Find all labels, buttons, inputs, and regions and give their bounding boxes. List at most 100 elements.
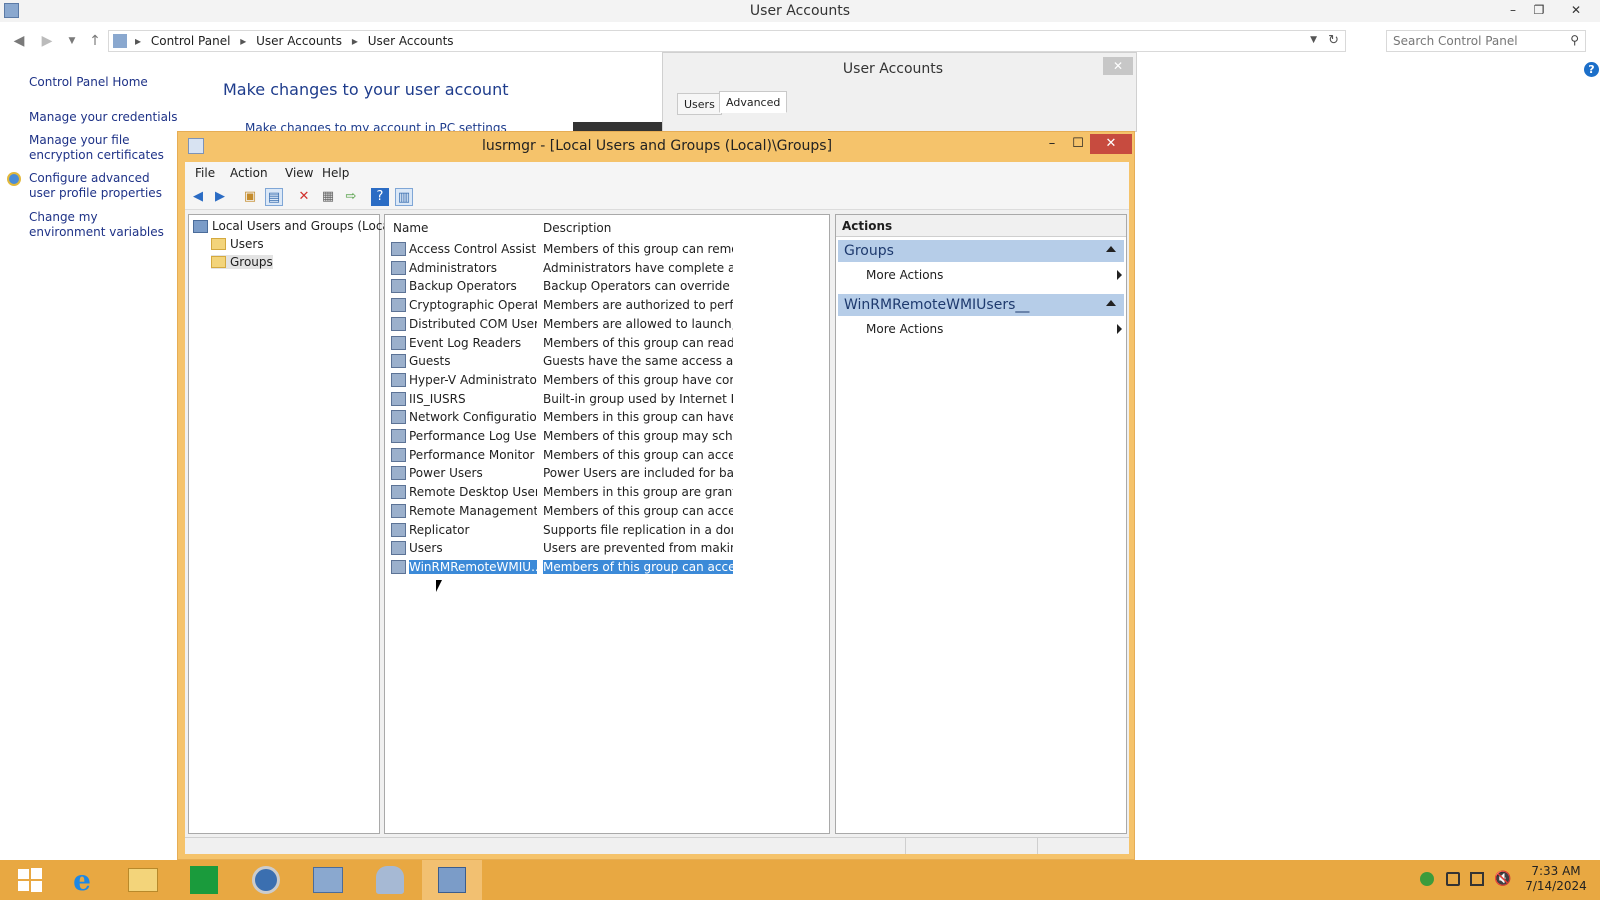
more-actions-winrm[interactable]: More Actions <box>866 322 1122 336</box>
taskbar-internet-explorer[interactable]: e <box>52 860 112 900</box>
actions-section-winrm[interactable]: WinRMRemoteWMIUsers__ <box>838 294 1124 316</box>
column-header-description[interactable]: Description <box>543 221 611 235</box>
table-row[interactable]: Performance Monitor ... Members of this g… <box>389 446 733 464</box>
minimize-button[interactable]: – <box>1500 0 1526 20</box>
group-description: Members in this group are grante... <box>543 485 733 500</box>
delete-icon[interactable]: ✕ <box>295 188 313 206</box>
menu-view[interactable]: View <box>285 166 313 180</box>
taskbar-clock[interactable]: 7:33 AM 7/14/2024 <box>1516 864 1596 894</box>
start-button[interactable] <box>0 860 60 900</box>
table-row[interactable]: Guests Guests have the same access as m..… <box>389 352 733 370</box>
tree-root[interactable]: Local Users and Groups (Local) <box>193 219 398 233</box>
breadcrumb-item[interactable]: Control Panel <box>151 34 231 48</box>
up-arrow-icon[interactable]: ↑ <box>86 32 104 50</box>
computer-icon <box>193 219 208 233</box>
table-row[interactable]: Access Control Assist... Members of this … <box>389 240 733 258</box>
advanced-profile-link[interactable]: Configure advanced user profile properti… <box>29 171 177 201</box>
menu-action[interactable]: Action <box>230 166 268 180</box>
table-row[interactable]: Replicator Supports file replication in a… <box>389 521 733 539</box>
breadcrumb-item[interactable]: User Accounts <box>256 34 342 48</box>
menu-file[interactable]: File <box>195 166 215 180</box>
network-icon[interactable] <box>1470 872 1484 886</box>
table-row[interactable]: Power Users Power Users are included for … <box>389 464 733 482</box>
mmc-maximize-button[interactable]: ☐ <box>1064 134 1092 154</box>
column-header-name[interactable]: Name <box>393 221 428 235</box>
table-row[interactable]: Cryptographic Operat... Members are autho… <box>389 296 733 314</box>
group-icon <box>391 541 406 556</box>
windows-logo-icon <box>18 868 42 892</box>
refresh-icon[interactable]: ↻ <box>1328 33 1339 48</box>
table-row[interactable]: Network Configuratio... Members in this g… <box>389 408 733 426</box>
table-row[interactable]: Event Log Readers Members of this group c… <box>389 334 733 352</box>
export-list-icon[interactable]: ⇨ <box>342 188 360 206</box>
group-name: Guests <box>409 354 451 369</box>
address-bar[interactable]: ▸ Control Panel ▸ User Accounts ▸ User A… <box>108 30 1346 52</box>
taskbar-user-accounts[interactable] <box>360 860 420 900</box>
more-actions-groups[interactable]: More Actions <box>866 268 1122 282</box>
back-arrow-icon[interactable]: ◀ <box>189 188 207 206</box>
actions-section-groups[interactable]: Groups <box>838 240 1124 262</box>
menu-help[interactable]: Help <box>322 166 349 180</box>
group-name: IIS_IUSRS <box>409 391 466 406</box>
table-row[interactable]: Users Users are prevented from making ... <box>389 539 733 557</box>
restore-button[interactable]: ❐ <box>1526 0 1552 20</box>
help-icon[interactable]: ? <box>1584 62 1599 77</box>
file-encryption-link[interactable]: Manage your file encryption certificates <box>29 133 177 163</box>
explorer-title: User Accounts <box>749 3 851 19</box>
table-row[interactable]: WinRMRemoteWMIU... Members of this group … <box>389 558 733 576</box>
properties-icon[interactable]: ▦ <box>319 188 337 206</box>
table-row[interactable]: Administrators Administrators have comple… <box>389 259 733 277</box>
help-icon[interactable]: ? <box>371 188 389 206</box>
taskbar-store[interactable] <box>174 860 234 900</box>
environment-variables-link[interactable]: Change my environment variables <box>29 210 177 240</box>
forward-arrow-icon[interactable]: ▶ <box>211 188 229 206</box>
group-name: Remote Desktop Users <box>409 485 537 500</box>
action-center-icon[interactable] <box>1446 872 1460 886</box>
dialog-close-button[interactable]: ✕ <box>1103 57 1133 75</box>
forward-arrow-icon[interactable]: ▶ <box>38 32 56 50</box>
manage-credentials-link[interactable]: Manage your credentials <box>29 110 179 125</box>
table-row[interactable]: Remote Desktop Users Members in this grou… <box>389 483 733 501</box>
show-hide-tree-icon[interactable]: ▤ <box>265 188 283 206</box>
collapse-icon[interactable] <box>1106 300 1116 306</box>
table-row[interactable]: Hyper-V Administrators Members of this gr… <box>389 371 733 389</box>
recent-dropdown-icon[interactable]: ▼ <box>63 32 81 50</box>
group-name: Users <box>409 541 443 556</box>
tree-item-groups[interactable]: Groups <box>211 255 273 269</box>
group-description: Users are prevented from making ... <box>543 541 733 556</box>
close-button[interactable]: ✕ <box>1556 0 1596 20</box>
tab-users[interactable]: Users <box>677 93 722 115</box>
control-panel-home-link[interactable]: Control Panel Home <box>29 75 148 90</box>
mmc-minimize-button[interactable]: – <box>1038 134 1066 154</box>
breadcrumb-item[interactable]: User Accounts <box>368 34 454 48</box>
taskbar-lusrmgr[interactable] <box>422 860 482 900</box>
volume-muted-icon[interactable]: 🔇 <box>1494 872 1511 886</box>
search-icon[interactable]: ⚲ <box>1570 33 1579 47</box>
mmc-close-button[interactable]: ✕ <box>1090 134 1132 154</box>
up-folder-icon[interactable]: ▣ <box>241 188 259 206</box>
address-row: ◀ ▶ ▼ ↑ ▸ Control Panel ▸ User Accounts … <box>0 28 1600 54</box>
back-arrow-icon[interactable]: ◀ <box>10 32 28 50</box>
table-row[interactable]: Performance Log Users Members of this gro… <box>389 427 733 445</box>
security-tray-icon[interactable] <box>1420 872 1434 886</box>
tab-advanced[interactable]: Advanced <box>719 91 788 113</box>
group-description: Members of this group can remot... <box>543 242 733 256</box>
search-input[interactable]: Search Control Panel ⚲ <box>1386 30 1586 52</box>
group-icon <box>391 447 406 462</box>
table-row[interactable]: Remote Management... Members of this grou… <box>389 502 733 520</box>
table-row[interactable]: IIS_IUSRS Built-in group used by Internet… <box>389 390 733 408</box>
collapse-icon[interactable] <box>1106 246 1116 252</box>
table-row[interactable]: Distributed COM Users Members are allowed… <box>389 315 733 333</box>
group-description: Members are authorized to perfor... <box>543 298 733 313</box>
taskbar-file-explorer[interactable] <box>113 860 173 900</box>
taskbar-app[interactable] <box>236 860 296 900</box>
show-hide-action-pane-icon[interactable]: ▥ <box>395 188 413 206</box>
control-panel-icon <box>313 867 343 893</box>
mmc-client: File Action View Help ◀ ▶ ▣ ▤ ✕ ▦ ⇨ ? ▥ … <box>185 162 1129 854</box>
taskbar-control-panel[interactable] <box>298 860 358 900</box>
group-name: WinRMRemoteWMIU... <box>409 559 537 574</box>
groups-list: Name Description Access Control Assist..… <box>384 214 830 834</box>
table-row[interactable]: Backup Operators Backup Operators can ove… <box>389 277 733 295</box>
tree-item-users[interactable]: Users <box>211 237 264 251</box>
address-dropdown-icon[interactable]: ▼ <box>1310 35 1317 45</box>
